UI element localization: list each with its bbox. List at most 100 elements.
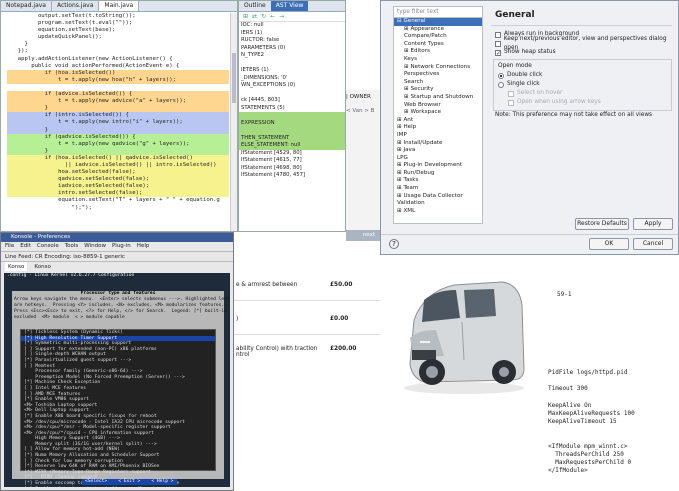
back-icon[interactable]: ← <box>270 13 275 20</box>
tree-item[interactable]: ⊞ Editors <box>394 48 482 56</box>
tree-item[interactable]: Search <box>394 79 482 87</box>
tree-item[interactable]: Keys <box>394 56 482 64</box>
tab-konsole-2[interactable]: Konso <box>31 262 53 271</box>
refresh-icon[interactable]: ↻ <box>261 13 266 20</box>
menu-item[interactable]: File <box>5 242 14 251</box>
tree-item[interactable]: Content Types <box>394 41 482 49</box>
next-button[interactable]: next <box>346 230 380 241</box>
tree-item[interactable]: ⊞ Startup and Shutdown <box>394 94 482 102</box>
ast-node[interactable]: EXPRESSION <box>239 119 345 127</box>
tree-item[interactable]: ⊞ Run/Debug <box>394 170 482 178</box>
single-click-radio[interactable]: Single click <box>494 80 671 89</box>
menu-item[interactable]: Tools <box>65 242 79 251</box>
ast-node[interactable]: IfStatement [4529, 80] <box>239 150 345 158</box>
menu-item[interactable]: Window <box>84 242 106 251</box>
tree-item[interactable]: ⊞ Help <box>394 124 482 132</box>
menu-item[interactable]: Help <box>137 242 150 251</box>
ast-node[interactable]: IfStatement [4780, 457] <box>239 172 345 180</box>
ok-button[interactable]: OK <box>589 238 629 250</box>
tree-item[interactable]: ⊞ Team <box>394 185 482 193</box>
tree-item[interactable]: ⊞ XML <box>394 208 482 216</box>
ast-node[interactable]: PARAMETERS (0) <box>239 45 345 53</box>
tab-actions[interactable]: Actions.java <box>52 1 100 11</box>
ast-node[interactable]: WN_EXCEPTIONS (0) <box>239 82 345 90</box>
help-icon[interactable]: ? <box>389 239 399 249</box>
tree-item[interactable]: Validation <box>394 200 482 208</box>
tree-item[interactable]: Perspectives <box>394 71 482 79</box>
scroll-thumb[interactable] <box>232 53 236 103</box>
tree-item[interactable]: ⊞ Plug-in Development <box>394 162 482 170</box>
options-list[interactable]: [*] Tickless System (Dynamic Ticks) [*] H… <box>20 329 216 487</box>
apply-button[interactable]: Apply <box>633 218 673 230</box>
ast-node[interactable] <box>239 127 345 135</box>
tree-item[interactable]: ⊞ Install/Update <box>394 140 482 148</box>
tree-item[interactable]: ⊞ Security <box>394 86 482 94</box>
double-click-radio[interactable]: Double click <box>494 71 671 80</box>
konsole-window[interactable]: Konsole - Preferences File Edit Console Too… <box>0 232 234 491</box>
tree-item[interactable]: ⊞ Tasks <box>394 177 482 185</box>
tree-item[interactable]: IMP <box>394 132 482 140</box>
tab-notepad[interactable]: Notepad.java <box>1 1 52 11</box>
tree-item[interactable]: Compare/Patch <box>394 33 482 41</box>
outline-view[interactable]: Outline AST View ⊞ ⇄ ↻ ← → IOC: null IERS… <box>238 0 346 232</box>
ast-node[interactable]: IfStatement [4698, 80] <box>239 165 345 173</box>
cancel-button[interactable]: Cancel <box>633 238 673 250</box>
tree-item[interactable]: ⊞ Ant <box>394 117 482 125</box>
nav-label[interactable]: < Van > B <box>346 108 374 114</box>
ast-node[interactable] <box>239 112 345 120</box>
forward-icon[interactable]: → <box>279 13 284 20</box>
select-button[interactable]: <Select> < Exit > < Help > <box>82 479 177 485</box>
menu-item[interactable]: Console <box>37 242 59 251</box>
product-desc: e & armrest between <box>236 282 298 288</box>
tree-item[interactable]: Web Browser <box>394 102 482 110</box>
ast-node[interactable]: IOC: null <box>239 22 345 30</box>
checkbox-icon[interactable] <box>495 40 501 47</box>
link-icon[interactable]: ⇄ <box>252 13 257 20</box>
tree-item[interactable]: LPG <box>394 155 482 163</box>
tab-outline[interactable]: Outline <box>239 1 271 11</box>
tree-item[interactable]: ⊞ Workspace <box>394 109 482 117</box>
code-area[interactable]: output.setText(t.toString()); program.se… <box>7 13 229 231</box>
keep-dialog-checkbox[interactable]: Keep next/previous editor, view and pers… <box>491 36 672 51</box>
ast-node[interactable]: STATEMENTS (5) <box>239 105 345 113</box>
ast-node[interactable]: IETERS (1) <box>239 67 345 75</box>
ast-node[interactable]: ELSE_STATEMENT: null <box>239 142 345 150</box>
tree-item[interactable]: ⊟ General <box>394 18 482 26</box>
ast-node[interactable]: N_TYPE2 <box>239 52 345 60</box>
ast-node[interactable]: _DIMENSIONS: '0' <box>239 75 345 83</box>
terminal[interactable]: .config - Linux Kernel v2.6.27.7 Configu… <box>4 273 230 487</box>
tree-item[interactable]: ⊞ Appearance <box>394 26 482 34</box>
radio-selected-icon[interactable] <box>498 72 504 79</box>
radio-icon[interactable] <box>498 81 504 88</box>
ast-tree[interactable]: IOC: null IERS (1) RUCTOR: false PARAMETERS… <box>239 22 345 180</box>
tree-item[interactable]: ⊞ Java <box>394 147 482 155</box>
restore-defaults-button[interactable]: Restore Defaults <box>575 218 629 230</box>
config-line: </IfModule> <box>548 467 588 475</box>
ast-node[interactable]: THEN_STATEMENT <box>239 134 345 142</box>
ast-node[interactable]: IERS (1) <box>239 30 345 38</box>
tab-main[interactable]: Main.java <box>99 1 140 11</box>
preferences-tree[interactable]: type filter text ⊟ General ⊞ Appearance C… <box>393 6 483 224</box>
tab-ast-view[interactable]: AST View <box>270 1 309 11</box>
config-line: KeepAlive On <box>548 401 592 409</box>
code-line: public void actionPerformed(ActionEvent … <box>11 62 180 69</box>
preferences-dialog[interactable]: type filter text ⊟ General ⊞ Appearance C… <box>380 0 679 255</box>
tree-item[interactable]: ⊞ Network Connections <box>394 64 482 72</box>
ast-node[interactable] <box>239 60 345 68</box>
tab-konsole-1[interactable]: Konso <box>5 262 28 271</box>
ast-node[interactable]: RUCTOR: false <box>239 37 345 45</box>
ast-node[interactable]: ck [4445, 803] <box>239 97 345 105</box>
filter-input[interactable]: type filter text <box>394 7 482 18</box>
java-editor[interactable]: Notepad.java Actions.java Main.java outp… <box>0 0 238 232</box>
checked-icon[interactable]: ✓ <box>495 49 501 56</box>
tree-item[interactable]: ⊞ Usage Data Collector <box>394 193 482 201</box>
expand-icon[interactable]: ⊞ <box>243 13 248 20</box>
code-line: apply.addActionListener(new ActionListen… <box>11 55 173 62</box>
ast-node[interactable] <box>239 90 345 98</box>
editor-scrollbar[interactable] <box>230 13 237 231</box>
menu-item[interactable]: Plug-in <box>112 242 131 251</box>
ast-node[interactable]: IfStatement [4615, 77] <box>239 157 345 165</box>
radio-label: Single click <box>507 81 540 87</box>
menu-item[interactable]: Edit <box>20 242 31 251</box>
checkbox-icon[interactable] <box>495 31 501 38</box>
